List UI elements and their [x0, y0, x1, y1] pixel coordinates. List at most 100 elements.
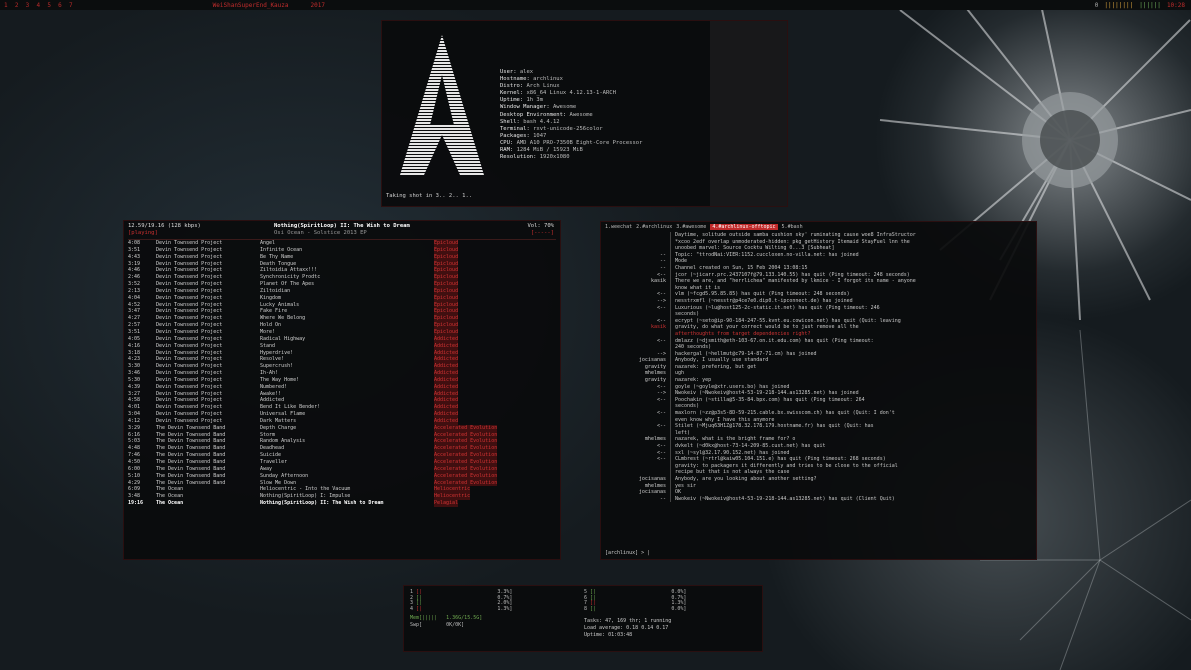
track-row[interactable]: 7:46 The Devin Townsend Band Suicide Accele…	[124, 452, 560, 459]
track-album: Addicted	[434, 397, 459, 405]
track-duration: 2:57	[128, 322, 141, 329]
track-row[interactable]: 4:58 Devin Townsend Project Addicted Addict…	[124, 397, 560, 405]
track-row[interactable]: 2:57 Devin Townsend Project Hold On Epiclou…	[124, 322, 560, 329]
player-header: 12.59/19.16 (128 kbps) [playing] Nothing…	[124, 221, 560, 239]
track-row[interactable]: 3:27 Devin Townsend Project Awake!! Addicte…	[124, 390, 560, 398]
track-artist: The Devin Townsend Band	[156, 459, 226, 465]
track-row[interactable]: 4:52 Devin Townsend Project Lucky Animals E…	[124, 301, 560, 309]
track-title: The Way Home!	[260, 376, 300, 383]
line-message: Topic: "ttrodNai:VIER:1152.cuccloxen.no-…	[675, 251, 859, 258]
track-row[interactable]: 5:03 The Devin Townsend Band Random Analys…	[124, 438, 560, 446]
sysinfo-key: CPU:	[500, 139, 517, 146]
playlist[interactable]: 4:08 Devin Townsend Project Angel Epicloud 3…	[124, 240, 560, 507]
track-row[interactable]: 19:16 The Ocean Nothing(SpiritLoop) II: Th…	[124, 500, 560, 507]
track-row[interactable]: 3:04 Devin Townsend Project Universal Flam…	[124, 411, 560, 418]
line-time	[601, 423, 621, 430]
track-row[interactable]: 4:12 Devin Townsend Project Dark Matters Ad…	[124, 417, 560, 425]
music-player-terminal[interactable]: 12.59/19.16 (128 kbps) [playing] Nothing…	[123, 220, 561, 560]
chat-line: mhelmes nazarek, what is the bright frame…	[601, 436, 1036, 443]
channel-tabs[interactable]: 1.weechat 2.#archlinux 3.#awesome 4.#archli…	[601, 222, 1036, 232]
chat-line: <-- sxl (~syl@32.17.90.152.net) has joine…	[601, 449, 1036, 457]
track-row[interactable]: 4:27 Devin Townsend Project Where We Belon…	[124, 315, 560, 323]
track-artist: The Devin Townsend Band	[156, 472, 226, 479]
track-row[interactable]: 3:29 The Devin Townsend Band Depth Charge A…	[124, 424, 560, 432]
tab-1-weechat[interactable]: 1.weechat	[605, 224, 632, 230]
track-row[interactable]: 2:13 Devin Townsend Project Ziltoidian Epic…	[124, 287, 560, 295]
track-row[interactable]: 6:00 The Devin Townsend Band Away Accelerat…	[124, 465, 560, 473]
track-row[interactable]: 2:46 Devin Townsend Project Synchronicity …	[124, 274, 560, 282]
line-message: even know why I have this anymore	[675, 416, 775, 423]
line-time	[601, 370, 621, 377]
sysinfo-value: AMD A10 PRO-7350B Eight-Core Processor	[516, 139, 643, 146]
track-artist: The Ocean	[156, 500, 184, 507]
track-title: Supercrush!	[260, 363, 294, 370]
track-row[interactable]: 3:46 Devin Townsend Project Ih-Ah! Addicted	[124, 370, 560, 377]
line-time	[601, 364, 621, 371]
terminal-split-pane[interactable]	[710, 21, 787, 206]
sysinfo-value: 1920x1080	[539, 154, 570, 161]
track-row[interactable]: 4:43 Devin Townsend Project Be Thy Name Epi…	[124, 253, 560, 261]
track-row[interactable]: 4:05 Devin Townsend Project Radical Highwa…	[124, 335, 560, 343]
message-input[interactable]: [archlinux] > |	[605, 550, 650, 556]
track-album: Epicloud	[434, 315, 459, 323]
load-average: Load average: 0.18 0.14 0.17	[584, 625, 669, 631]
volume-indicator[interactable]: ||||||	[1139, 2, 1161, 9]
tab-5-bash[interactable]: 5.#bash	[782, 224, 803, 230]
track-row[interactable]: 3:19 Devin Townsend Project Death Tongue Ep…	[124, 260, 560, 268]
battery-indicator[interactable]: ||||||||	[1104, 2, 1133, 9]
tab-2-archlinux[interactable]: 2.#archlinux	[636, 224, 672, 230]
irc-client-terminal[interactable]: 1.weechat 2.#archlinux 3.#awesome 4.#archli…	[600, 221, 1037, 560]
track-duration: 5:03	[128, 438, 141, 445]
line-separator	[670, 489, 671, 496]
track-row[interactable]: 4:50 The Devin Townsend Band Traveller Acce…	[124, 459, 560, 466]
line-time	[601, 351, 621, 358]
line-message: 240 seconds)	[675, 344, 712, 351]
network-indicator[interactable]: 0	[1095, 2, 1099, 9]
track-album: Addicted	[434, 335, 459, 343]
track-row[interactable]: 5:10 The Devin Townsend Band Sunday Aftern…	[124, 472, 560, 480]
track-row[interactable]: 3:18 Devin Townsend Project Hyperdrive! Add…	[124, 349, 560, 357]
track-row[interactable]: 4:04 Devin Townsend Project Kingdom Epiclou…	[124, 294, 560, 302]
track-row[interactable]: 6:16 The Devin Townsend Band Storm Accelera…	[124, 431, 560, 439]
uptime: Uptime: 01:03:48	[584, 632, 633, 638]
track-title: Suicide	[260, 452, 282, 459]
track-row[interactable]: 4:29 The Devin Townsend Band Slow Me Down A…	[124, 479, 560, 487]
sysinfo-row: Desktop Environment: Awesome	[500, 112, 642, 119]
track-row[interactable]: 3:51 Devin Townsend Project Infinite Ocean…	[124, 246, 560, 254]
track-row[interactable]: 4:46 Devin Townsend Project Ziltoidia Atta…	[124, 267, 560, 275]
track-duration: 4:12	[128, 417, 141, 424]
htop-terminal[interactable]: 1 [| 3.3%] 2 [| 0.7%] 3 [| 2.0%] 4 [| 1.3%]…	[403, 585, 763, 652]
track-row[interactable]: 3:47 Devin Townsend Project Fake Fire Epicl…	[124, 308, 560, 316]
line-time	[601, 258, 621, 265]
track-row[interactable]: 4:23 Devin Townsend Project Resolve! Addict…	[124, 356, 560, 364]
line-message: nazarek: yep	[675, 377, 712, 384]
line-nick: jocisanas	[638, 475, 666, 482]
track-row[interactable]: 5:30 Devin Townsend Project The Way Home! A…	[124, 376, 560, 384]
track-row[interactable]: 4:01 Devin Townsend Project Bend It Like B…	[124, 404, 560, 412]
track-row[interactable]: 4:39 Devin Townsend Project Numbered! Addic…	[124, 383, 560, 391]
track-artist: Devin Townsend Project	[156, 246, 223, 253]
line-separator	[670, 462, 671, 470]
neofetch-terminal[interactable]: User: alex Hostname: archlinux Distro: Arc…	[381, 20, 788, 207]
track-row[interactable]: 4:48 The Devin Townsend Band Deadhead Accel…	[124, 445, 560, 453]
line-separator	[670, 245, 671, 252]
clock[interactable]: 10:28	[1167, 2, 1185, 9]
track-row[interactable]: 3:52 Devin Townsend Project Planet Of The …	[124, 281, 560, 288]
track-row[interactable]: 3:48 The Ocean Nothing(SpiritLoop) I: Impu…	[124, 493, 560, 501]
tab-3-awesome[interactable]: 3.#awesome	[676, 224, 706, 230]
chat-line: <-- Poochakin (~stilla@5-35-84.bpx.com) h…	[601, 396, 1036, 404]
workspace-tags[interactable]: 1 2 3 4 5 6 7	[4, 2, 73, 9]
track-row[interactable]: 4:16 Devin Townsend Project Stand Addicted	[124, 342, 560, 350]
track-album: Accelerated Evolution	[434, 472, 498, 480]
chat-line: -- Mode	[601, 258, 1036, 265]
line-message: maxlorn (~zz@p3s5-8D-59-215.cable.bx.swi…	[675, 410, 895, 417]
track-row[interactable]: 4:08 Devin Townsend Project Angel Epicloud	[124, 240, 560, 247]
line-separator	[670, 416, 671, 424]
line-nick	[621, 463, 670, 470]
sysinfo-key: Uptime:	[500, 97, 527, 104]
track-artist: Devin Townsend Project	[156, 335, 223, 342]
track-row[interactable]: 3:30 Devin Townsend Project Supercrush! Add…	[124, 363, 560, 371]
track-row[interactable]: 6:09 The Ocean Heliocentric - Into the Vac…	[124, 486, 560, 494]
tab-4-archlinux-offtopic[interactable]: 4.#archlinux-offtopic	[710, 224, 778, 230]
track-row[interactable]: 3:51 Devin Townsend Project More! Epicloud	[124, 328, 560, 336]
